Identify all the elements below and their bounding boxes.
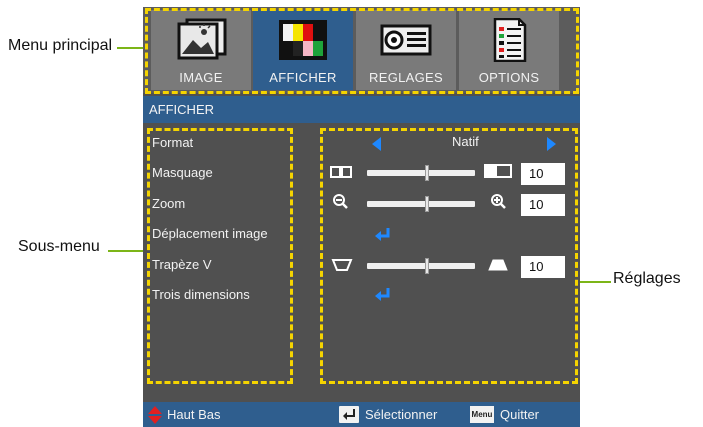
zoom-in-icon[interactable]: [491, 194, 507, 210]
callout-main-menu: Menu principal: [8, 37, 113, 54]
footer-select-label: Sélectionner: [365, 407, 438, 422]
zoom-out-icon[interactable]: [333, 194, 349, 210]
tab-image-label: IMAGE: [179, 70, 223, 85]
footer-bar: Haut Bas Sélectionner Menu Quitter: [143, 402, 580, 427]
tab-image[interactable]: IMAGE: [151, 10, 251, 90]
masquage-value-box: 10: [521, 163, 565, 185]
image-icon: [177, 18, 227, 60]
masquage-slider[interactable]: [367, 170, 475, 176]
tab-options[interactable]: OPTIONS: [459, 10, 559, 90]
menu-item-format[interactable]: Format: [152, 135, 193, 150]
menu-key-icon: Menu: [470, 406, 494, 423]
keystone-small-icon: [331, 259, 353, 271]
masquage-large-icon: [484, 164, 512, 178]
menu-item-trois-dimensions[interactable]: Trois dimensions: [152, 287, 250, 302]
masquage-small-icon: [330, 166, 352, 178]
format-right-arrow-icon[interactable]: [547, 137, 556, 151]
up-down-arrows-icon: [148, 406, 162, 424]
masquage-slider-thumb[interactable]: [425, 165, 429, 181]
zoom-value-box: 10: [521, 194, 565, 216]
callout-submenu: Sous-menu: [18, 238, 100, 255]
leader-line-settings: [577, 281, 611, 283]
format-left-arrow-icon[interactable]: [372, 137, 381, 151]
callout-settings: Réglages: [613, 270, 681, 287]
trois-dimensions-enter-icon[interactable]: [373, 287, 393, 303]
trapeze-value-box: 10: [521, 256, 565, 278]
tab-reglages[interactable]: REGLAGES: [356, 10, 456, 90]
menu-item-masquage[interactable]: Masquage: [152, 165, 213, 180]
tab-reglages-label: REGLAGES: [369, 70, 443, 85]
footer-updown-label: Haut Bas: [167, 407, 221, 422]
menu-item-deplacement-image[interactable]: Déplacement image: [152, 226, 268, 241]
deplacement-image-enter-icon[interactable]: [373, 227, 393, 243]
menu-item-trapeze-v[interactable]: Trapèze V: [152, 257, 212, 272]
menu-item-zoom[interactable]: Zoom: [152, 196, 185, 211]
main-menu-tabbar: IMAGE AFFICHER REGLAGES OPTIONS: [143, 7, 580, 93]
options-list-icon: [493, 18, 527, 62]
display-color-bars-icon: [279, 20, 327, 60]
enter-key-icon: [339, 406, 359, 423]
projector-icon: [380, 24, 432, 56]
zoom-slider-thumb[interactable]: [425, 196, 429, 212]
keystone-large-icon: [488, 259, 508, 271]
tab-afficher[interactable]: AFFICHER: [253, 10, 353, 90]
trapeze-slider[interactable]: [367, 263, 475, 269]
osd-menu: IMAGE AFFICHER REGLAGES OPTIONS AFFICHER…: [143, 7, 580, 427]
tab-afficher-label: AFFICHER: [269, 70, 337, 85]
trapeze-slider-thumb[interactable]: [425, 258, 429, 274]
format-value: Natif: [452, 134, 479, 149]
zoom-slider[interactable]: [367, 201, 475, 207]
footer-quit-label: Quitter: [500, 407, 540, 422]
leader-line-submenu: [108, 250, 147, 252]
tab-options-label: OPTIONS: [478, 70, 540, 85]
section-title: AFFICHER: [143, 96, 580, 123]
